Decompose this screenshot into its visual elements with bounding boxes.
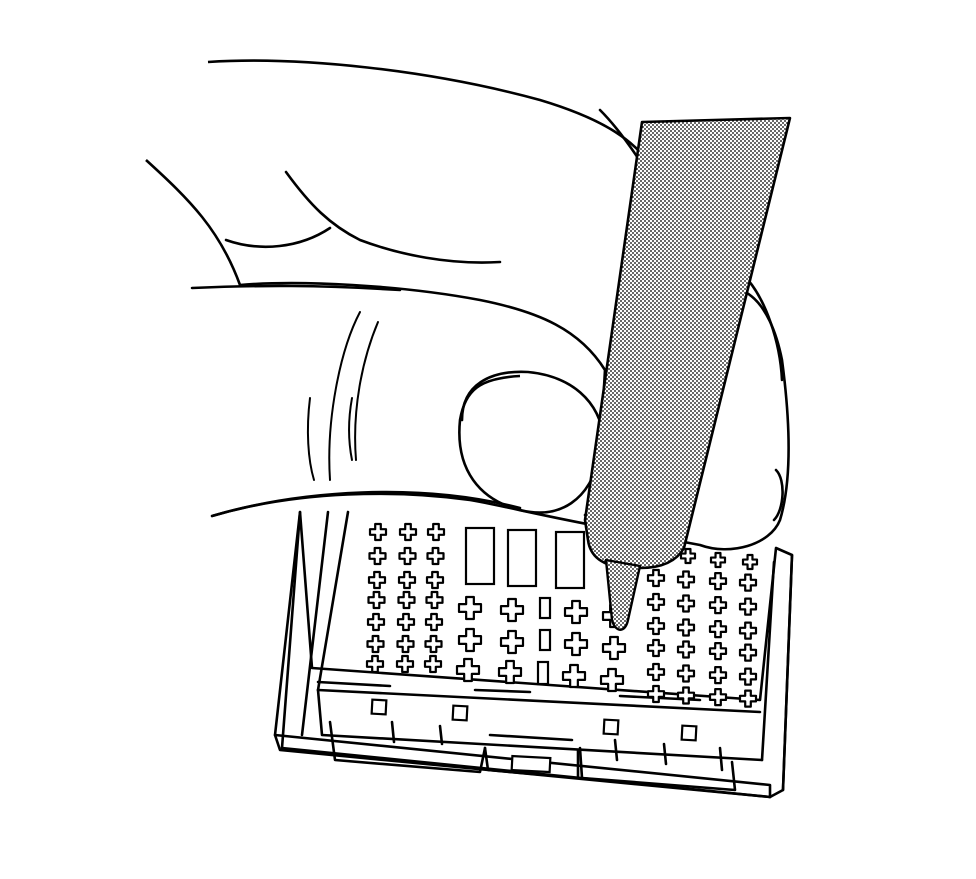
terminal-cavity bbox=[738, 667, 758, 686]
terminal-cavity bbox=[424, 634, 443, 654]
terminal-cavity bbox=[708, 572, 728, 591]
terminal-cavity bbox=[367, 590, 386, 610]
terminal-cavity bbox=[646, 616, 666, 636]
terminal-cavity bbox=[397, 570, 417, 590]
terminal-cavity bbox=[708, 620, 728, 639]
terminal-cavity bbox=[395, 654, 415, 674]
terminal-cavity bbox=[738, 573, 758, 592]
terminal-cavity bbox=[366, 612, 386, 632]
terminal-cavity bbox=[426, 546, 445, 566]
terminal-cavity bbox=[425, 590, 444, 610]
terminal-cavity bbox=[365, 654, 385, 674]
terminal-cavity bbox=[646, 592, 666, 612]
terminal-cavity bbox=[425, 570, 445, 590]
terminal-cavity bbox=[708, 666, 728, 685]
terminal-cavity bbox=[563, 599, 589, 625]
terminal-cavity bbox=[646, 638, 666, 658]
terminal-cavity bbox=[646, 662, 666, 682]
terminal-cavity bbox=[368, 522, 388, 542]
terminal-cavity bbox=[398, 522, 418, 542]
terminal-cavity bbox=[676, 570, 696, 589]
terminal-cavity bbox=[397, 590, 416, 610]
terminal-cavity bbox=[366, 634, 385, 654]
terminal-cavity bbox=[738, 597, 758, 616]
terminal-cavity bbox=[499, 629, 525, 655]
terminal-cavity bbox=[368, 546, 387, 566]
terminal-cavity bbox=[601, 635, 627, 661]
terminal-cavity bbox=[396, 612, 416, 632]
terminal-cavity bbox=[563, 631, 589, 657]
terminal-cavity bbox=[426, 522, 446, 542]
terminal-cavity bbox=[708, 642, 728, 661]
terminal-cavity bbox=[741, 553, 759, 571]
terminal-cavity bbox=[676, 640, 696, 659]
terminal-cavity bbox=[457, 595, 483, 621]
terminal-cavity bbox=[708, 596, 728, 615]
terminal-cavity bbox=[499, 597, 525, 623]
terminal-cavity bbox=[367, 570, 387, 590]
terminal-cavity bbox=[709, 551, 727, 569]
connector-large-slots bbox=[464, 526, 586, 686]
terminal-cavity bbox=[738, 621, 758, 640]
terminal-cavity bbox=[738, 643, 758, 662]
terminal-cavity bbox=[457, 627, 483, 653]
service-illustration bbox=[145, 59, 794, 799]
terminal-cavity bbox=[676, 664, 696, 683]
terminal-cavity bbox=[676, 618, 696, 637]
terminal-cavity bbox=[423, 654, 443, 674]
terminal-cavity bbox=[561, 663, 587, 689]
terminal-cavity bbox=[497, 659, 523, 685]
terminal-cavity bbox=[396, 634, 415, 654]
terminal-cavity bbox=[676, 594, 696, 613]
terminal-cavity bbox=[646, 568, 666, 588]
terminal-cavity bbox=[398, 546, 417, 566]
terminal-cavity bbox=[424, 612, 444, 632]
